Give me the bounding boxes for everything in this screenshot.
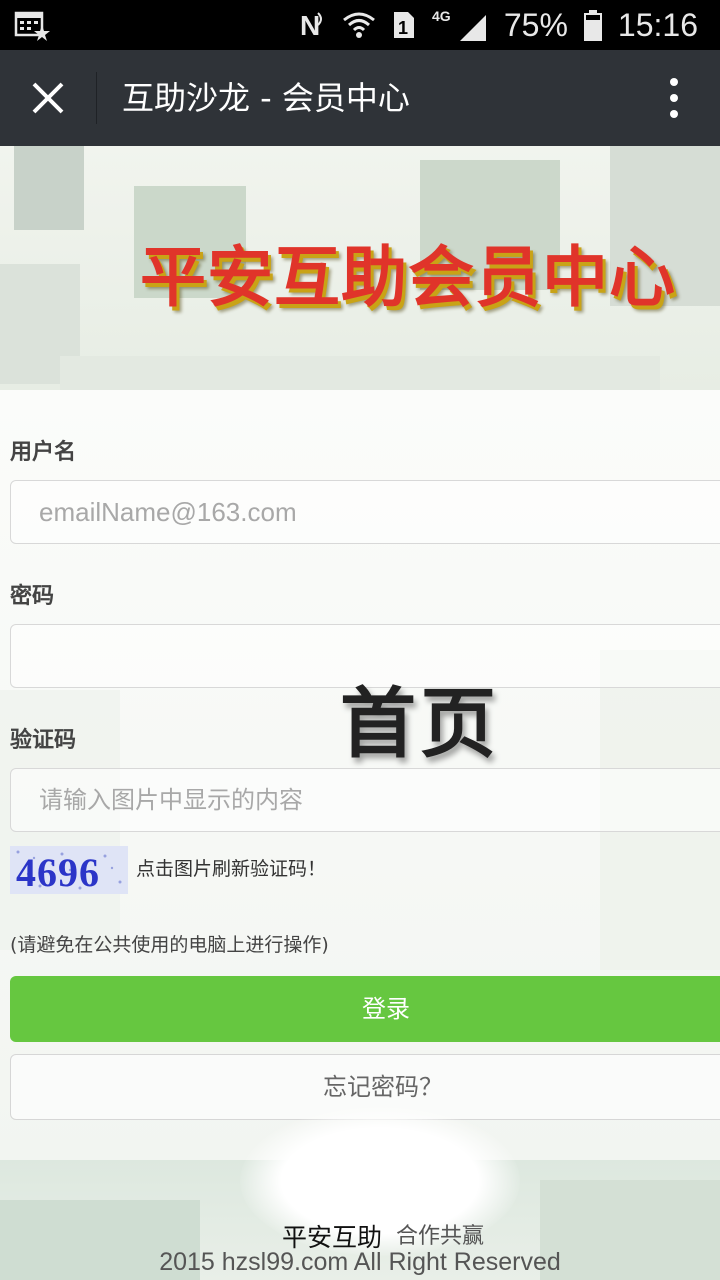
home-overlay-label: 首页: [340, 679, 500, 768]
banner-decoration: [14, 146, 84, 230]
clock: 15:16: [617, 7, 698, 43]
page-content: 平安互助会员中心 用户名 emailName@163.com 密码 验证码 请输…: [0, 146, 720, 1280]
keyboard-icon: [14, 9, 50, 41]
status-bar: N 1 4G 75% 15:16: [0, 0, 720, 50]
svg-text:1: 1: [398, 18, 408, 38]
page-title: 互助沙龙 - 会员中心: [122, 79, 410, 117]
svg-text:4696: 4696: [16, 850, 100, 894]
nfc-icon: N: [298, 9, 326, 41]
login-button[interactable]: 登录: [10, 976, 720, 1042]
footer-copyright: 2015 hzsl99.com All Right Reserved: [159, 1248, 561, 1276]
banner-decoration: [60, 356, 660, 390]
footer-slogan: 合作共赢: [396, 1224, 485, 1249]
security-notice: (请避免在公共使用的电脑上进行操作): [10, 934, 329, 956]
password-label: 密码: [10, 584, 55, 609]
title-divider: [96, 72, 97, 124]
captcha-label: 验证码: [10, 728, 77, 753]
wifi-icon: [342, 10, 376, 40]
captcha-refresh-tip[interactable]: 点击图片刷新验证码！: [136, 854, 326, 881]
sim-icon: 1: [392, 10, 416, 40]
captcha-input[interactable]: 请输入图片中显示的内容: [10, 768, 720, 832]
svg-text:N: N: [300, 10, 320, 41]
more-vertical-icon[interactable]: [664, 76, 684, 122]
signal-icon: 4G: [432, 7, 488, 43]
username-label: 用户名: [10, 440, 77, 465]
title-bar: 互助沙龙 - 会员中心: [0, 50, 720, 146]
banner: 平安互助会员中心: [0, 146, 720, 390]
close-icon[interactable]: [24, 74, 72, 122]
battery-icon: [583, 9, 602, 41]
captcha-image[interactable]: 4696: [10, 846, 128, 894]
username-input[interactable]: emailName@163.com: [10, 480, 720, 544]
battery-percent: 75%: [503, 7, 568, 43]
banner-title: 平安互助会员中心: [140, 239, 676, 316]
svg-text:4G: 4G: [432, 8, 451, 24]
